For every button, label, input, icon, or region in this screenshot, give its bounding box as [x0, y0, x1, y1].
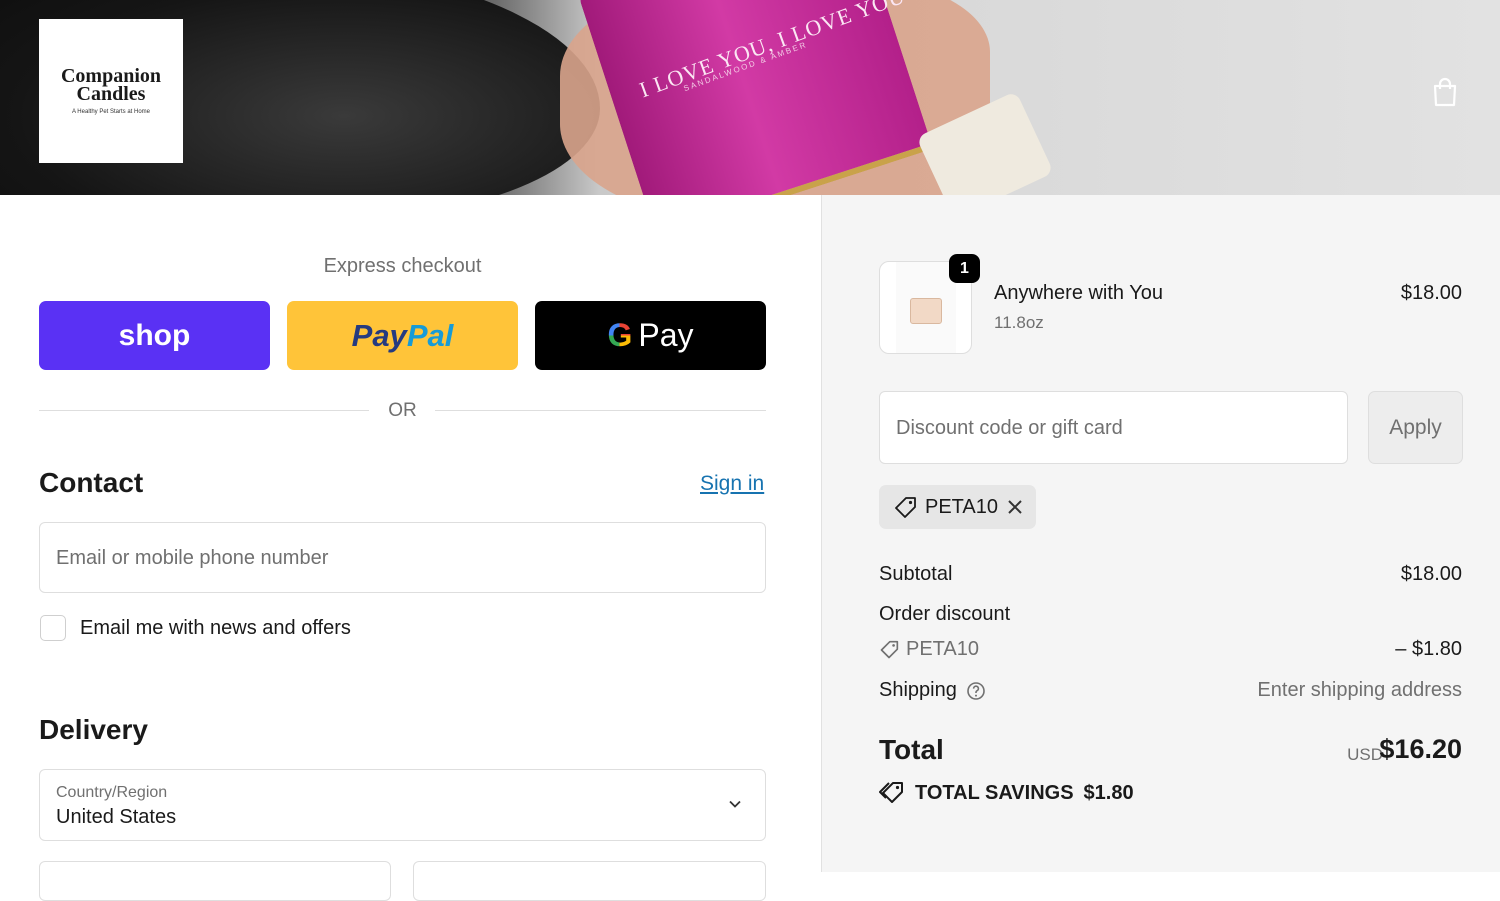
newsletter-checkbox[interactable]: [40, 615, 66, 641]
google-pay-label: Pay: [638, 317, 694, 353]
contact-heading: Contact: [39, 467, 144, 498]
paypal-button[interactable]: Pay Pal: [287, 301, 518, 370]
product-price: $18.00: [1400, 282, 1462, 304]
newsletter-label: Email me with news and offers: [80, 617, 351, 639]
discount-code-label: PETA10: [906, 638, 979, 660]
total-value: $16.20: [1379, 734, 1462, 764]
country-value: United States: [56, 806, 177, 828]
close-icon[interactable]: [1004, 496, 1026, 518]
tag-icon: [895, 497, 916, 518]
logo-line2: Candles: [76, 83, 146, 105]
discount-tag-icon: [880, 640, 899, 659]
help-icon[interactable]: [966, 681, 986, 701]
subtotal-label: Subtotal: [879, 563, 953, 585]
total-label: Total: [879, 734, 944, 765]
savings-value: $1.80: [1083, 781, 1134, 804]
shipping-value: Enter shipping address: [1257, 679, 1462, 701]
product-name: Anywhere with You: [994, 282, 1164, 304]
country-select[interactable]: Country/Region United States: [39, 769, 766, 841]
shop-pay-button[interactable]: shop: [39, 301, 270, 370]
product-variant: 11.8oz: [994, 313, 1044, 332]
country-label: Country/Region: [56, 784, 168, 801]
checkout-form: Express checkout shop Pay Pal G Pay OR Con…: [0, 195, 821, 901]
sign-in-link[interactable]: Sign in: [700, 472, 764, 496]
last-name-field[interactable]: [413, 861, 766, 901]
shipping-label: Shipping: [879, 679, 957, 701]
shop-pay-label: shop: [118, 318, 191, 352]
or-divider: OR: [39, 400, 766, 421]
express-checkout-label: Express checkout: [323, 255, 482, 277]
apply-button[interactable]: Apply: [1368, 391, 1463, 464]
discount-code-input[interactable]: Discount code or gift card: [879, 391, 1348, 464]
discount-value: – $1.80: [1395, 638, 1462, 660]
quantity-badge: 1: [949, 254, 980, 283]
order-discount-label: Order discount: [879, 603, 1011, 625]
paypal-label-pal: Pal: [406, 317, 454, 353]
savings-label: TOTAL SAVINGS: [915, 781, 1074, 804]
logo-tagline: A Healthy Pet Starts at Home: [71, 109, 151, 115]
chevron-down-icon: [729, 800, 741, 808]
order-summary: 1 Anywhere with You 11.8oz $18.00 Discou…: [821, 195, 1500, 872]
shopping-bag-icon[interactable]: [1430, 76, 1460, 108]
divider-line-right: [435, 410, 766, 411]
total-savings: TOTAL SAVINGS $1.80: [879, 781, 1134, 805]
header-banner: I LOVE YOU, I LOVE YOU SANDALWOOD & AMBE…: [0, 0, 1500, 195]
delivery-heading: Delivery: [39, 714, 148, 745]
google-pay-button[interactable]: G Pay: [535, 301, 766, 370]
or-label: OR: [388, 400, 417, 421]
candle-image: [910, 298, 942, 324]
subtotal-value: $18.00: [1400, 563, 1462, 585]
store-logo[interactable]: Companion Candles A Healthy Pet Starts a…: [39, 19, 183, 163]
email-field[interactable]: Email or mobile phone number: [39, 522, 766, 593]
paypal-label-pay: Pay: [351, 317, 407, 353]
email-placeholder: Email or mobile phone number: [56, 547, 329, 569]
discount-placeholder: Discount code or gift card: [896, 417, 1123, 439]
first-name-field[interactable]: [39, 861, 391, 901]
savings-tag-icon: [879, 782, 903, 803]
total-currency: USD: [1347, 745, 1383, 764]
applied-discount-chip: PETA10: [879, 485, 1036, 529]
google-g-icon: G: [607, 317, 633, 353]
applied-discount-code: PETA10: [925, 496, 998, 518]
